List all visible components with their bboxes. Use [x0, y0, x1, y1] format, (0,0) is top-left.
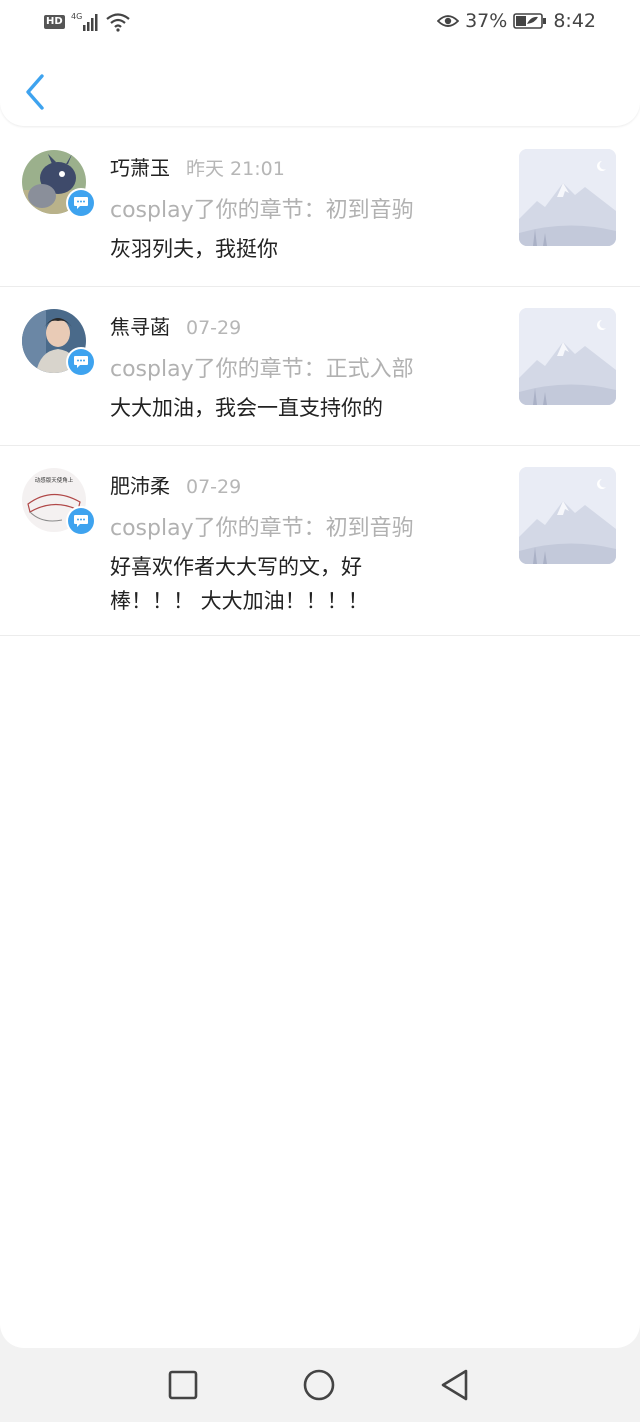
name-row: 巧萧玉 昨天 21:01: [110, 152, 285, 181]
page: HD 4G 37% 8:42 巧萧玉 昨天 21:01 cosplay了你的章节…: [0, 0, 640, 1348]
list-item[interactable]: 巧萧玉 昨天 21:01 cosplay了你的章节：初到音驹 灰羽列夫，我挺你: [0, 128, 640, 287]
chat-bubble-icon: [74, 356, 88, 368]
triangle-back-icon: [441, 1369, 468, 1401]
home-button[interactable]: [302, 1368, 336, 1402]
network-label: 4G: [71, 12, 82, 21]
avatar-caption: 动感版天使角上: [35, 476, 74, 484]
timestamp: 07-29: [186, 317, 242, 339]
mountain-placeholder-icon: [519, 308, 616, 405]
name-row: 肥沛柔 07-29: [110, 470, 241, 499]
list-item[interactable]: 焦寻菡 07-29 cosplay了你的章节：正式入部 大大加油，我会一直支持你…: [0, 287, 640, 446]
comment-badge: [66, 347, 96, 377]
mountain-placeholder-icon: [519, 149, 616, 246]
list-item[interactable]: 动感版天使角上 肥沛柔 07-29 cosplay了你的章节：初到音驹 好喜欢作…: [0, 446, 640, 636]
timestamp: 昨天 21:01: [186, 158, 285, 180]
battery-icon: [513, 13, 547, 29]
action-text: cosplay了你的章节：初到音驹: [110, 516, 414, 541]
action-text: cosplay了你的章节：正式入部: [110, 357, 414, 382]
user-name[interactable]: 巧萧玉: [110, 152, 170, 181]
eye-icon: [437, 15, 460, 27]
timestamp: 07-29: [186, 476, 242, 498]
back-nav-button[interactable]: [438, 1368, 472, 1402]
comment-text: 好喜欢作者大大写的文，好棒！！！ 大大加油！！！！: [110, 555, 369, 613]
user-name[interactable]: 焦寻菡: [110, 311, 170, 340]
comment-badge: [66, 506, 96, 536]
comment-badge: [66, 188, 96, 218]
circle-icon: [303, 1369, 335, 1401]
chapter-thumbnail[interactable]: [519, 308, 616, 405]
user-name[interactable]: 肥沛柔: [110, 470, 170, 499]
status-bar: HD 4G 37% 8:42: [0, 0, 640, 44]
chat-bubble-icon: [74, 515, 88, 527]
status-left: HD 4G: [44, 12, 131, 32]
chapter-thumbnail[interactable]: [519, 467, 616, 564]
mountain-placeholder-icon: [519, 467, 616, 564]
chapter-thumbnail[interactable]: [519, 149, 616, 246]
name-row: 焦寻菡 07-29: [110, 311, 241, 340]
signal-icon: 4G: [71, 12, 98, 31]
status-right: 37% 8:42: [437, 10, 596, 32]
battery-percent: 37%: [465, 10, 508, 32]
wifi-icon: [105, 13, 130, 32]
chevron-left-icon: [26, 74, 44, 110]
system-nav-bar: [0, 1348, 640, 1422]
notification-list: 巧萧玉 昨天 21:01 cosplay了你的章节：初到音驹 灰羽列夫，我挺你: [0, 128, 640, 636]
square-icon: [168, 1370, 198, 1400]
recent-apps-button[interactable]: [166, 1368, 200, 1402]
comment-text: 大大加油，我会一直支持你的: [110, 396, 383, 420]
app-header: HD 4G 37% 8:42: [0, 0, 640, 126]
hd-badge: HD: [44, 15, 65, 29]
clock-time: 8:42: [553, 10, 596, 32]
action-text: cosplay了你的章节：初到音驹: [110, 198, 414, 223]
comment-text: 灰羽列夫，我挺你: [110, 237, 278, 261]
back-button[interactable]: [22, 72, 50, 112]
chat-bubble-icon: [74, 197, 88, 209]
